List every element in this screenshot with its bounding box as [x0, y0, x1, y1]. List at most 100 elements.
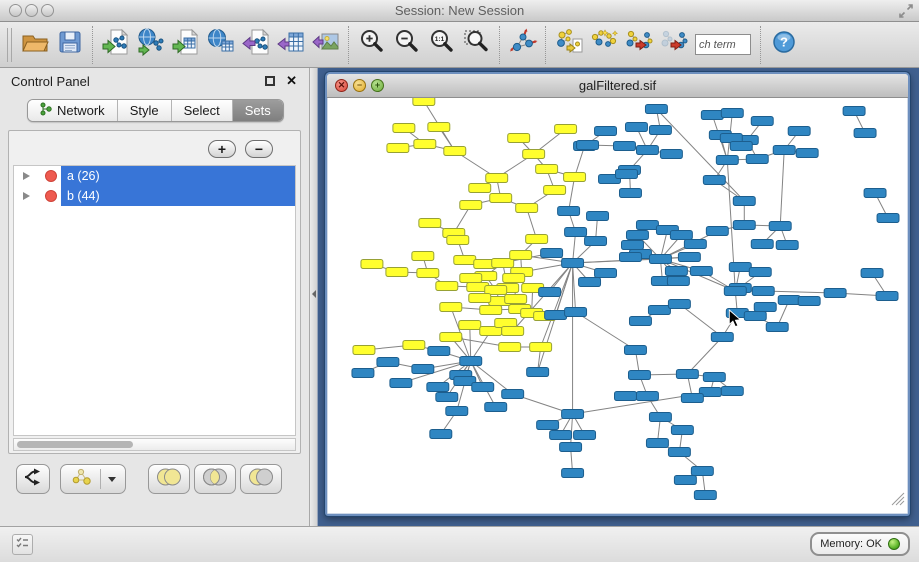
network-node[interactable] — [751, 117, 773, 126]
network-edge[interactable] — [470, 325, 471, 361]
network-to-file-button[interactable] — [551, 25, 586, 65]
network-node[interactable] — [749, 268, 771, 277]
network-node[interactable] — [626, 231, 648, 240]
network-node[interactable] — [502, 390, 524, 399]
network-node[interactable] — [585, 237, 607, 246]
network-node-selected[interactable] — [454, 256, 476, 265]
network-edge[interactable] — [573, 259, 661, 263]
network-node[interactable] — [427, 383, 449, 392]
search-input[interactable] — [695, 34, 751, 55]
network-node[interactable] — [744, 312, 766, 321]
network-node-selected[interactable] — [492, 259, 514, 268]
create-set-from-network-button[interactable] — [60, 464, 126, 494]
network-node[interactable] — [854, 129, 876, 138]
network-node-selected[interactable] — [353, 346, 375, 355]
network-node[interactable] — [864, 189, 886, 198]
collapse-panel-icon[interactable] — [312, 290, 316, 298]
network-node[interactable] — [541, 249, 563, 258]
fullscreen-icon[interactable] — [898, 3, 914, 24]
panel-splitter[interactable] — [310, 68, 318, 526]
set-intersection-button[interactable] — [194, 464, 236, 494]
network-node[interactable] — [776, 241, 798, 250]
close-panel-icon[interactable]: ✕ — [286, 73, 297, 89]
task-history-button[interactable] — [12, 534, 33, 555]
network-node[interactable] — [649, 255, 671, 264]
network-node[interactable] — [412, 365, 434, 374]
set-union-button[interactable] — [148, 464, 190, 494]
network-node[interactable] — [545, 311, 567, 320]
network-node-selected[interactable] — [490, 194, 512, 203]
network-node-selected[interactable] — [361, 260, 383, 269]
network-graph[interactable] — [328, 98, 907, 513]
set-difference-button[interactable] — [240, 464, 282, 494]
network-node[interactable] — [562, 259, 584, 268]
network-node[interactable] — [352, 369, 374, 378]
network-node[interactable] — [788, 127, 810, 136]
network-node[interactable] — [645, 105, 667, 114]
network-node[interactable] — [636, 392, 658, 401]
network-node[interactable] — [595, 269, 617, 278]
network-node[interactable] — [614, 142, 636, 151]
network-node[interactable] — [766, 323, 788, 332]
network-node[interactable] — [670, 231, 692, 240]
network-edge[interactable] — [687, 337, 722, 374]
network-node[interactable] — [537, 421, 559, 430]
remove-set-button[interactable]: − — [245, 140, 273, 158]
network-node[interactable] — [691, 467, 713, 476]
list-item-set-a[interactable]: a (26) — [14, 166, 295, 186]
network-node[interactable] — [861, 269, 883, 278]
network-node[interactable] — [390, 379, 412, 388]
network-node[interactable] — [660, 150, 682, 159]
network-node[interactable] — [619, 189, 641, 198]
network-node[interactable] — [649, 413, 671, 422]
network-edge[interactable] — [569, 177, 575, 211]
network-node[interactable] — [565, 308, 587, 317]
network-node[interactable] — [843, 107, 865, 116]
network-node[interactable] — [703, 176, 725, 185]
network-node[interactable] — [684, 240, 706, 249]
network-node[interactable] — [615, 392, 637, 401]
scrollbar-thumb[interactable] — [17, 441, 133, 448]
network-node[interactable] — [636, 221, 658, 230]
network-node[interactable] — [773, 146, 795, 155]
import-table-file-button[interactable] — [168, 25, 203, 65]
network-node[interactable] — [587, 212, 609, 221]
network-node-selected[interactable] — [413, 98, 435, 106]
network-node[interactable] — [674, 476, 696, 485]
network-node[interactable] — [711, 333, 733, 342]
network-node[interactable] — [721, 387, 743, 396]
network-node[interactable] — [574, 431, 596, 440]
network-node[interactable] — [636, 146, 658, 155]
network-node-selected[interactable] — [544, 186, 566, 195]
tab-sets[interactable]: Sets — [233, 100, 283, 121]
network-node[interactable] — [681, 394, 703, 403]
network-frame[interactable]: ✕ − + galFiltered.sif — [325, 72, 910, 516]
network-node[interactable] — [694, 491, 716, 500]
network-node-selected[interactable] — [386, 268, 408, 277]
toolbar-drag-handle[interactable] — [7, 28, 12, 62]
expander-triangle-icon[interactable] — [23, 172, 30, 180]
network-node-selected[interactable] — [499, 343, 521, 352]
network-node[interactable] — [616, 170, 638, 179]
network-node[interactable] — [539, 288, 561, 297]
network-node[interactable] — [624, 346, 646, 355]
network-node[interactable] — [446, 407, 468, 416]
network-node[interactable] — [703, 373, 725, 382]
network-node[interactable] — [676, 370, 698, 379]
network-node[interactable] — [796, 149, 818, 158]
network-edge[interactable] — [780, 150, 784, 226]
network-node-selected[interactable] — [447, 236, 469, 245]
network-node[interactable] — [550, 431, 572, 440]
network-node-selected[interactable] — [393, 124, 415, 133]
network-node[interactable] — [754, 303, 776, 312]
network-node-selected[interactable] — [486, 174, 508, 183]
network-node-selected[interactable] — [555, 125, 577, 134]
network-node-selected[interactable] — [469, 184, 491, 193]
save-session-button[interactable] — [52, 25, 87, 65]
merge-networks-button[interactable] — [586, 25, 621, 65]
network-node[interactable] — [436, 393, 458, 402]
network-node[interactable] — [721, 109, 743, 118]
tab-style[interactable]: Style — [118, 100, 172, 121]
network-edge[interactable] — [541, 263, 573, 347]
network-node-selected[interactable] — [508, 134, 530, 143]
